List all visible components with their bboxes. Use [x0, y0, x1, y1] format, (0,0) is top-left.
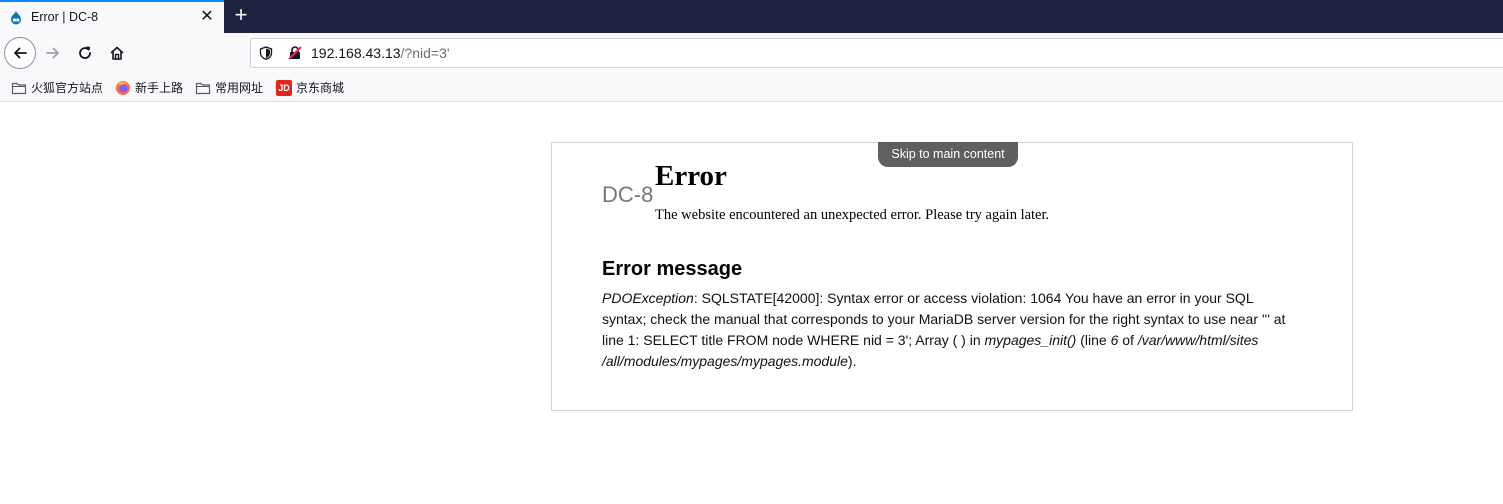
- tab-strip: Error | DC-8 ✕ +: [0, 0, 1503, 33]
- new-tab-button[interactable]: +: [230, 4, 252, 27]
- nav-toolbar: 192.168.43.13/?nid=3': [0, 33, 1503, 73]
- url-host: 192.168.43.13: [311, 45, 401, 61]
- url-bar[interactable]: 192.168.43.13/?nid=3': [250, 38, 1503, 68]
- bookmark-jd-mall[interactable]: JD 京东商城: [276, 79, 344, 96]
- back-button[interactable]: [4, 37, 36, 69]
- close-tab-icon[interactable]: ✕: [199, 9, 215, 25]
- reload-button[interactable]: [69, 37, 101, 69]
- bookmark-getting-started[interactable]: 新手上路: [115, 79, 183, 96]
- tab-title: Error | DC-8: [31, 10, 99, 24]
- error-text-part: ).: [847, 353, 857, 369]
- home-button[interactable]: [101, 37, 133, 69]
- bookmark-label: 火狐官方站点: [31, 81, 104, 95]
- skip-to-main-link[interactable]: Skip to main content: [878, 142, 1018, 167]
- error-message-heading: Error message: [602, 258, 743, 280]
- url-text[interactable]: 192.168.43.13/?nid=3': [311, 45, 450, 61]
- reload-icon: [79, 46, 91, 59]
- folder-icon: [11, 82, 27, 94]
- function-name: mypages_init(): [984, 332, 1077, 348]
- page-title: Error: [655, 160, 727, 192]
- url-path: /?nid=3': [400, 45, 450, 61]
- insecure-lock-icon[interactable]: [287, 45, 303, 61]
- tab-active[interactable]: Error | DC-8 ✕: [0, 0, 224, 33]
- bookmark-firefox-official[interactable]: 火狐官方站点: [11, 79, 103, 96]
- tracking-shield-icon[interactable]: [259, 46, 273, 60]
- error-message-text: PDOException: SQLSTATE[42000]: Syntax er…: [602, 288, 1292, 372]
- firefox-icon: [116, 80, 130, 95]
- error-description: The website encountered an unexpected er…: [655, 207, 1050, 223]
- drupal-favicon-icon: [11, 11, 21, 25]
- forward-button[interactable]: [37, 37, 69, 69]
- error-text-part: of: [1118, 332, 1138, 348]
- home-icon: [110, 46, 124, 60]
- folder-icon: [195, 82, 211, 94]
- back-arrow-icon: [14, 47, 27, 59]
- bookmarks-toolbar: 火狐官方站点 新手上路 常用网址 JD 京东商城: [0, 73, 1503, 102]
- jd-icon: JD: [276, 79, 292, 96]
- forward-arrow-icon: [46, 47, 59, 59]
- bookmark-label: 常用网址: [215, 81, 264, 95]
- error-text-part: (line: [1076, 332, 1111, 348]
- bookmark-common-sites[interactable]: 常用网址: [195, 79, 263, 96]
- site-name-link[interactable]: DC-8: [602, 182, 653, 208]
- bookmark-label: 新手上路: [135, 81, 184, 95]
- exception-name: PDOException: [602, 290, 694, 306]
- bookmark-label: 京东商城: [296, 81, 345, 95]
